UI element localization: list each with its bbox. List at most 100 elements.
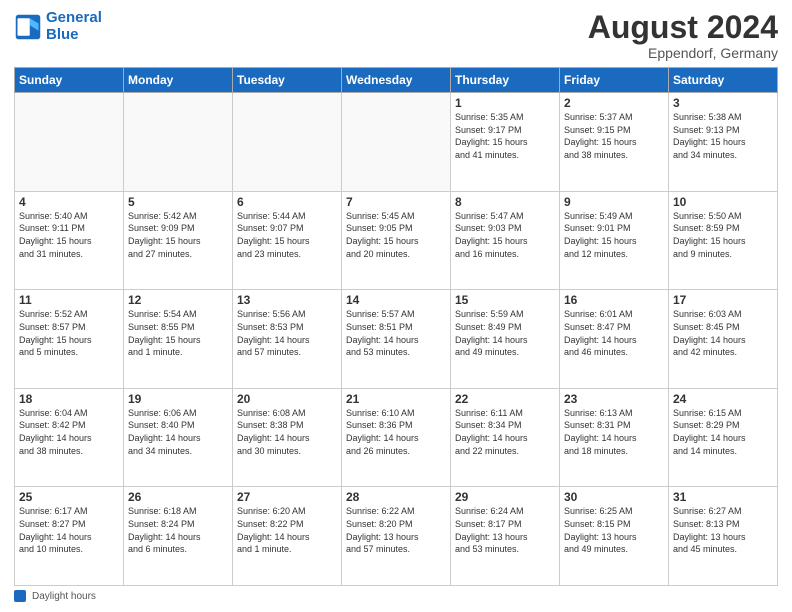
calendar-cell: 22Sunrise: 6:11 AM Sunset: 8:34 PM Dayli… [451,388,560,487]
week-row-5: 25Sunrise: 6:17 AM Sunset: 8:27 PM Dayli… [15,487,778,586]
day-number: 15 [455,293,555,307]
day-info: Sunrise: 5:37 AM Sunset: 9:15 PM Dayligh… [564,111,664,161]
week-row-2: 4Sunrise: 5:40 AM Sunset: 9:11 PM Daylig… [15,191,778,290]
calendar-cell: 7Sunrise: 5:45 AM Sunset: 9:05 PM Daylig… [342,191,451,290]
logo-icon [14,13,42,41]
calendar-cell: 6Sunrise: 5:44 AM Sunset: 9:07 PM Daylig… [233,191,342,290]
logo-line2: Blue [46,26,79,43]
day-number: 28 [346,490,446,504]
day-info: Sunrise: 6:08 AM Sunset: 8:38 PM Dayligh… [237,407,337,457]
day-info: Sunrise: 6:13 AM Sunset: 8:31 PM Dayligh… [564,407,664,457]
day-number: 23 [564,392,664,406]
day-number: 21 [346,392,446,406]
calendar-cell: 20Sunrise: 6:08 AM Sunset: 8:38 PM Dayli… [233,388,342,487]
day-number: 11 [19,293,119,307]
day-number: 17 [673,293,773,307]
calendar-cell: 4Sunrise: 5:40 AM Sunset: 9:11 PM Daylig… [15,191,124,290]
calendar-cell: 26Sunrise: 6:18 AM Sunset: 8:24 PM Dayli… [124,487,233,586]
calendar-cell: 27Sunrise: 6:20 AM Sunset: 8:22 PM Dayli… [233,487,342,586]
dow-header-tuesday: Tuesday [233,68,342,93]
day-info: Sunrise: 5:38 AM Sunset: 9:13 PM Dayligh… [673,111,773,161]
day-number: 19 [128,392,228,406]
day-info: Sunrise: 5:50 AM Sunset: 8:59 PM Dayligh… [673,210,773,260]
day-info: Sunrise: 5:54 AM Sunset: 8:55 PM Dayligh… [128,308,228,358]
dow-header-wednesday: Wednesday [342,68,451,93]
calendar-cell: 13Sunrise: 5:56 AM Sunset: 8:53 PM Dayli… [233,290,342,389]
day-number: 27 [237,490,337,504]
day-info: Sunrise: 5:49 AM Sunset: 9:01 PM Dayligh… [564,210,664,260]
day-number: 13 [237,293,337,307]
logo: General Blue [14,10,102,43]
calendar-cell: 28Sunrise: 6:22 AM Sunset: 8:20 PM Dayli… [342,487,451,586]
calendar-cell: 21Sunrise: 6:10 AM Sunset: 8:36 PM Dayli… [342,388,451,487]
month-year: August 2024 [588,10,778,45]
footer: Daylight hours [14,590,778,602]
day-number: 16 [564,293,664,307]
day-number: 9 [564,195,664,209]
day-info: Sunrise: 6:20 AM Sunset: 8:22 PM Dayligh… [237,505,337,555]
calendar-cell: 19Sunrise: 6:06 AM Sunset: 8:40 PM Dayli… [124,388,233,487]
day-number: 2 [564,96,664,110]
dow-header-friday: Friday [560,68,669,93]
week-row-4: 18Sunrise: 6:04 AM Sunset: 8:42 PM Dayli… [15,388,778,487]
day-info: Sunrise: 5:56 AM Sunset: 8:53 PM Dayligh… [237,308,337,358]
day-info: Sunrise: 5:45 AM Sunset: 9:05 PM Dayligh… [346,210,446,260]
calendar-cell [342,93,451,192]
calendar-cell: 17Sunrise: 6:03 AM Sunset: 8:45 PM Dayli… [669,290,778,389]
calendar-cell: 24Sunrise: 6:15 AM Sunset: 8:29 PM Dayli… [669,388,778,487]
calendar-cell: 14Sunrise: 5:57 AM Sunset: 8:51 PM Dayli… [342,290,451,389]
calendar-cell: 18Sunrise: 6:04 AM Sunset: 8:42 PM Dayli… [15,388,124,487]
calendar-cell [233,93,342,192]
day-info: Sunrise: 6:03 AM Sunset: 8:45 PM Dayligh… [673,308,773,358]
day-number: 26 [128,490,228,504]
dow-header-sunday: Sunday [15,68,124,93]
day-number: 18 [19,392,119,406]
calendar-cell: 10Sunrise: 5:50 AM Sunset: 8:59 PM Dayli… [669,191,778,290]
calendar-cell: 11Sunrise: 5:52 AM Sunset: 8:57 PM Dayli… [15,290,124,389]
calendar-cell: 23Sunrise: 6:13 AM Sunset: 8:31 PM Dayli… [560,388,669,487]
day-info: Sunrise: 6:10 AM Sunset: 8:36 PM Dayligh… [346,407,446,457]
day-info: Sunrise: 6:25 AM Sunset: 8:15 PM Dayligh… [564,505,664,555]
logo-text: General Blue [46,10,102,43]
title-block: August 2024 Eppendorf, Germany [588,10,778,61]
calendar-table: SundayMondayTuesdayWednesdayThursdayFrid… [14,67,778,586]
calendar-body: 1Sunrise: 5:35 AM Sunset: 9:17 PM Daylig… [15,93,778,586]
day-info: Sunrise: 6:04 AM Sunset: 8:42 PM Dayligh… [19,407,119,457]
day-info: Sunrise: 5:42 AM Sunset: 9:09 PM Dayligh… [128,210,228,260]
day-info: Sunrise: 6:06 AM Sunset: 8:40 PM Dayligh… [128,407,228,457]
day-number: 8 [455,195,555,209]
day-info: Sunrise: 5:47 AM Sunset: 9:03 PM Dayligh… [455,210,555,260]
day-info: Sunrise: 5:35 AM Sunset: 9:17 PM Dayligh… [455,111,555,161]
day-info: Sunrise: 6:17 AM Sunset: 8:27 PM Dayligh… [19,505,119,555]
page: General Blue August 2024 Eppendorf, Germ… [0,0,792,612]
day-number: 22 [455,392,555,406]
day-number: 7 [346,195,446,209]
day-number: 29 [455,490,555,504]
day-number: 10 [673,195,773,209]
footer-label: Daylight hours [32,591,96,602]
calendar-cell: 30Sunrise: 6:25 AM Sunset: 8:15 PM Dayli… [560,487,669,586]
calendar-cell: 16Sunrise: 6:01 AM Sunset: 8:47 PM Dayli… [560,290,669,389]
day-info: Sunrise: 6:24 AM Sunset: 8:17 PM Dayligh… [455,505,555,555]
day-number: 4 [19,195,119,209]
calendar-cell [124,93,233,192]
calendar-cell: 9Sunrise: 5:49 AM Sunset: 9:01 PM Daylig… [560,191,669,290]
day-info: Sunrise: 5:44 AM Sunset: 9:07 PM Dayligh… [237,210,337,260]
day-info: Sunrise: 5:57 AM Sunset: 8:51 PM Dayligh… [346,308,446,358]
day-number: 1 [455,96,555,110]
day-info: Sunrise: 6:11 AM Sunset: 8:34 PM Dayligh… [455,407,555,457]
day-info: Sunrise: 6:22 AM Sunset: 8:20 PM Dayligh… [346,505,446,555]
calendar-cell: 25Sunrise: 6:17 AM Sunset: 8:27 PM Dayli… [15,487,124,586]
calendar-cell: 31Sunrise: 6:27 AM Sunset: 8:13 PM Dayli… [669,487,778,586]
day-of-week-row: SundayMondayTuesdayWednesdayThursdayFrid… [15,68,778,93]
calendar-cell: 12Sunrise: 5:54 AM Sunset: 8:55 PM Dayli… [124,290,233,389]
dow-header-thursday: Thursday [451,68,560,93]
footer-dot [14,590,26,602]
week-row-3: 11Sunrise: 5:52 AM Sunset: 8:57 PM Dayli… [15,290,778,389]
calendar-cell [15,93,124,192]
day-number: 30 [564,490,664,504]
day-number: 31 [673,490,773,504]
day-number: 6 [237,195,337,209]
header: General Blue August 2024 Eppendorf, Germ… [14,10,778,61]
day-number: 24 [673,392,773,406]
